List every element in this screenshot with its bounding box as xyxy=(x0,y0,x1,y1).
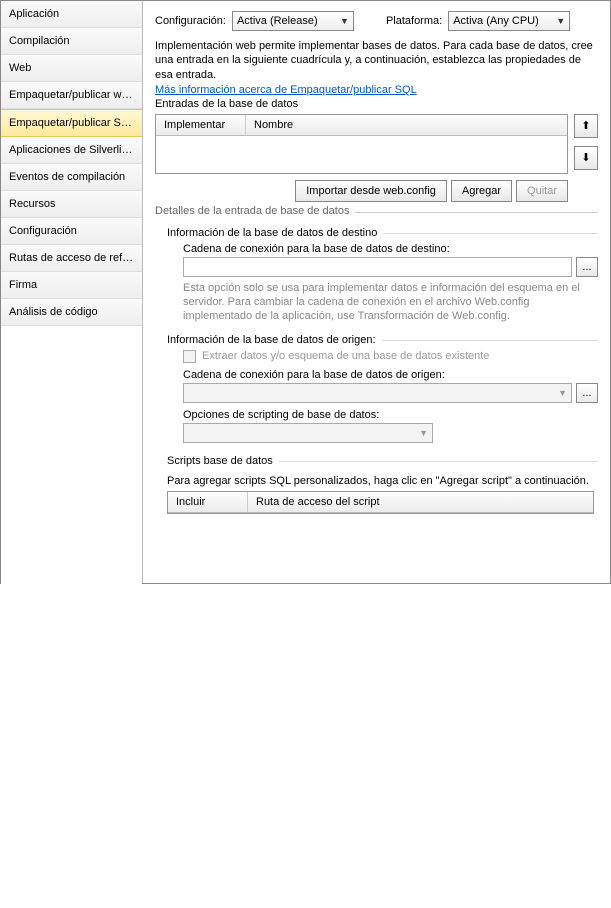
scripts-legend: Scripts base de datos xyxy=(167,455,279,467)
sidebar-item-compilacion[interactable]: Compilación xyxy=(1,28,142,55)
sidebar-item-empaquetar-sql[interactable]: Empaquetar/publicar SQL xyxy=(1,109,142,137)
sidebar-item-rutas[interactable]: Rutas de acceso de refe... xyxy=(1,245,142,272)
col-name: Nombre xyxy=(246,115,567,135)
sidebar-item-eventos[interactable]: Eventos de compilación xyxy=(1,164,142,191)
config-label: Configuración: xyxy=(155,15,226,27)
remove-button[interactable]: Quitar xyxy=(516,180,568,202)
sidebar-item-analisis[interactable]: Análisis de código xyxy=(1,299,142,326)
sidebar: Aplicación Compilación Web Empaquetar/pu… xyxy=(1,1,143,583)
script-opts-combo[interactable]: ▼ xyxy=(183,423,433,443)
sidebar-item-empaquetar-web[interactable]: Empaquetar/publicar web* xyxy=(1,82,142,109)
chevron-down-icon: ▼ xyxy=(340,16,349,26)
script-opts-label: Opciones de scripting de base de datos: xyxy=(183,409,598,421)
details-legend: Detalles de la entrada de base de datos xyxy=(155,205,355,217)
sidebar-item-aplicacion[interactable]: Aplicación xyxy=(1,1,142,28)
dest-conn-browse-button[interactable]: ... xyxy=(576,257,598,277)
import-webconfig-button[interactable]: Importar desde web.config xyxy=(295,180,447,202)
src-conn-browse-button[interactable]: ... xyxy=(576,383,598,403)
extract-label: Extraer datos y/o esquema de una base de… xyxy=(202,350,489,362)
dest-conn-hint: Esta opción solo se usa para implementar… xyxy=(183,281,598,324)
config-dropdown[interactable]: Activa (Release) ▼ xyxy=(232,11,354,31)
scripts-hint: Para agregar scripts SQL personalizados,… xyxy=(167,475,598,487)
sidebar-item-recursos[interactable]: Recursos xyxy=(1,191,142,218)
chevron-down-icon: ▼ xyxy=(558,388,567,398)
config-value: Activa (Release) xyxy=(237,15,318,27)
details-fieldset: Detalles de la entrada de base de datos … xyxy=(155,212,598,514)
chevron-down-icon: ▼ xyxy=(556,16,565,26)
sidebar-blank xyxy=(1,326,142,908)
grid-header: Implementar Nombre xyxy=(156,115,567,136)
extract-checkbox[interactable] xyxy=(183,350,196,363)
sidebar-item-web[interactable]: Web xyxy=(1,55,142,82)
col-implement: Implementar xyxy=(156,115,246,135)
move-up-button[interactable]: ⬆ xyxy=(574,114,598,138)
chevron-down-icon: ▼ xyxy=(419,428,428,438)
src-info-heading: Información de la base de datos de orige… xyxy=(167,334,382,346)
platform-value: Activa (Any CPU) xyxy=(453,15,539,27)
arrow-down-icon: ⬇ xyxy=(581,151,590,164)
arrow-up-icon: ⬆ xyxy=(581,119,590,132)
database-entries-grid[interactable]: Implementar Nombre xyxy=(155,114,568,174)
description-text: Implementación web permite implementar b… xyxy=(155,39,598,82)
sidebar-item-firma[interactable]: Firma xyxy=(1,272,142,299)
col-include: Incluir xyxy=(168,492,248,512)
src-conn-combo[interactable]: ▼ xyxy=(183,383,572,403)
col-path: Ruta de acceso del script xyxy=(248,492,593,512)
entries-label: Entradas de la base de datos xyxy=(155,98,598,110)
sidebar-item-configuracion[interactable]: Configuración xyxy=(1,218,142,245)
add-button[interactable]: Agregar xyxy=(451,180,512,202)
move-down-button[interactable]: ⬇ xyxy=(574,146,598,170)
platform-dropdown[interactable]: Activa (Any CPU) ▼ xyxy=(448,11,570,31)
scripts-grid[interactable]: Incluir Ruta de acceso del script xyxy=(167,491,594,514)
platform-label: Plataforma: xyxy=(386,15,442,27)
dest-conn-label: Cadena de conexión para la base de datos… xyxy=(183,243,598,255)
sidebar-item-silverlight[interactable]: Aplicaciones de Silverlight xyxy=(1,137,142,164)
src-conn-label: Cadena de conexión para la base de datos… xyxy=(183,369,598,381)
more-info-link[interactable]: Más información acerca de Empaquetar/pub… xyxy=(155,84,417,96)
dest-conn-input[interactable] xyxy=(183,257,572,277)
main-panel: Configuración: Activa (Release) ▼ Plataf… xyxy=(143,1,610,583)
dest-info-heading: Información de la base de datos de desti… xyxy=(167,227,383,239)
